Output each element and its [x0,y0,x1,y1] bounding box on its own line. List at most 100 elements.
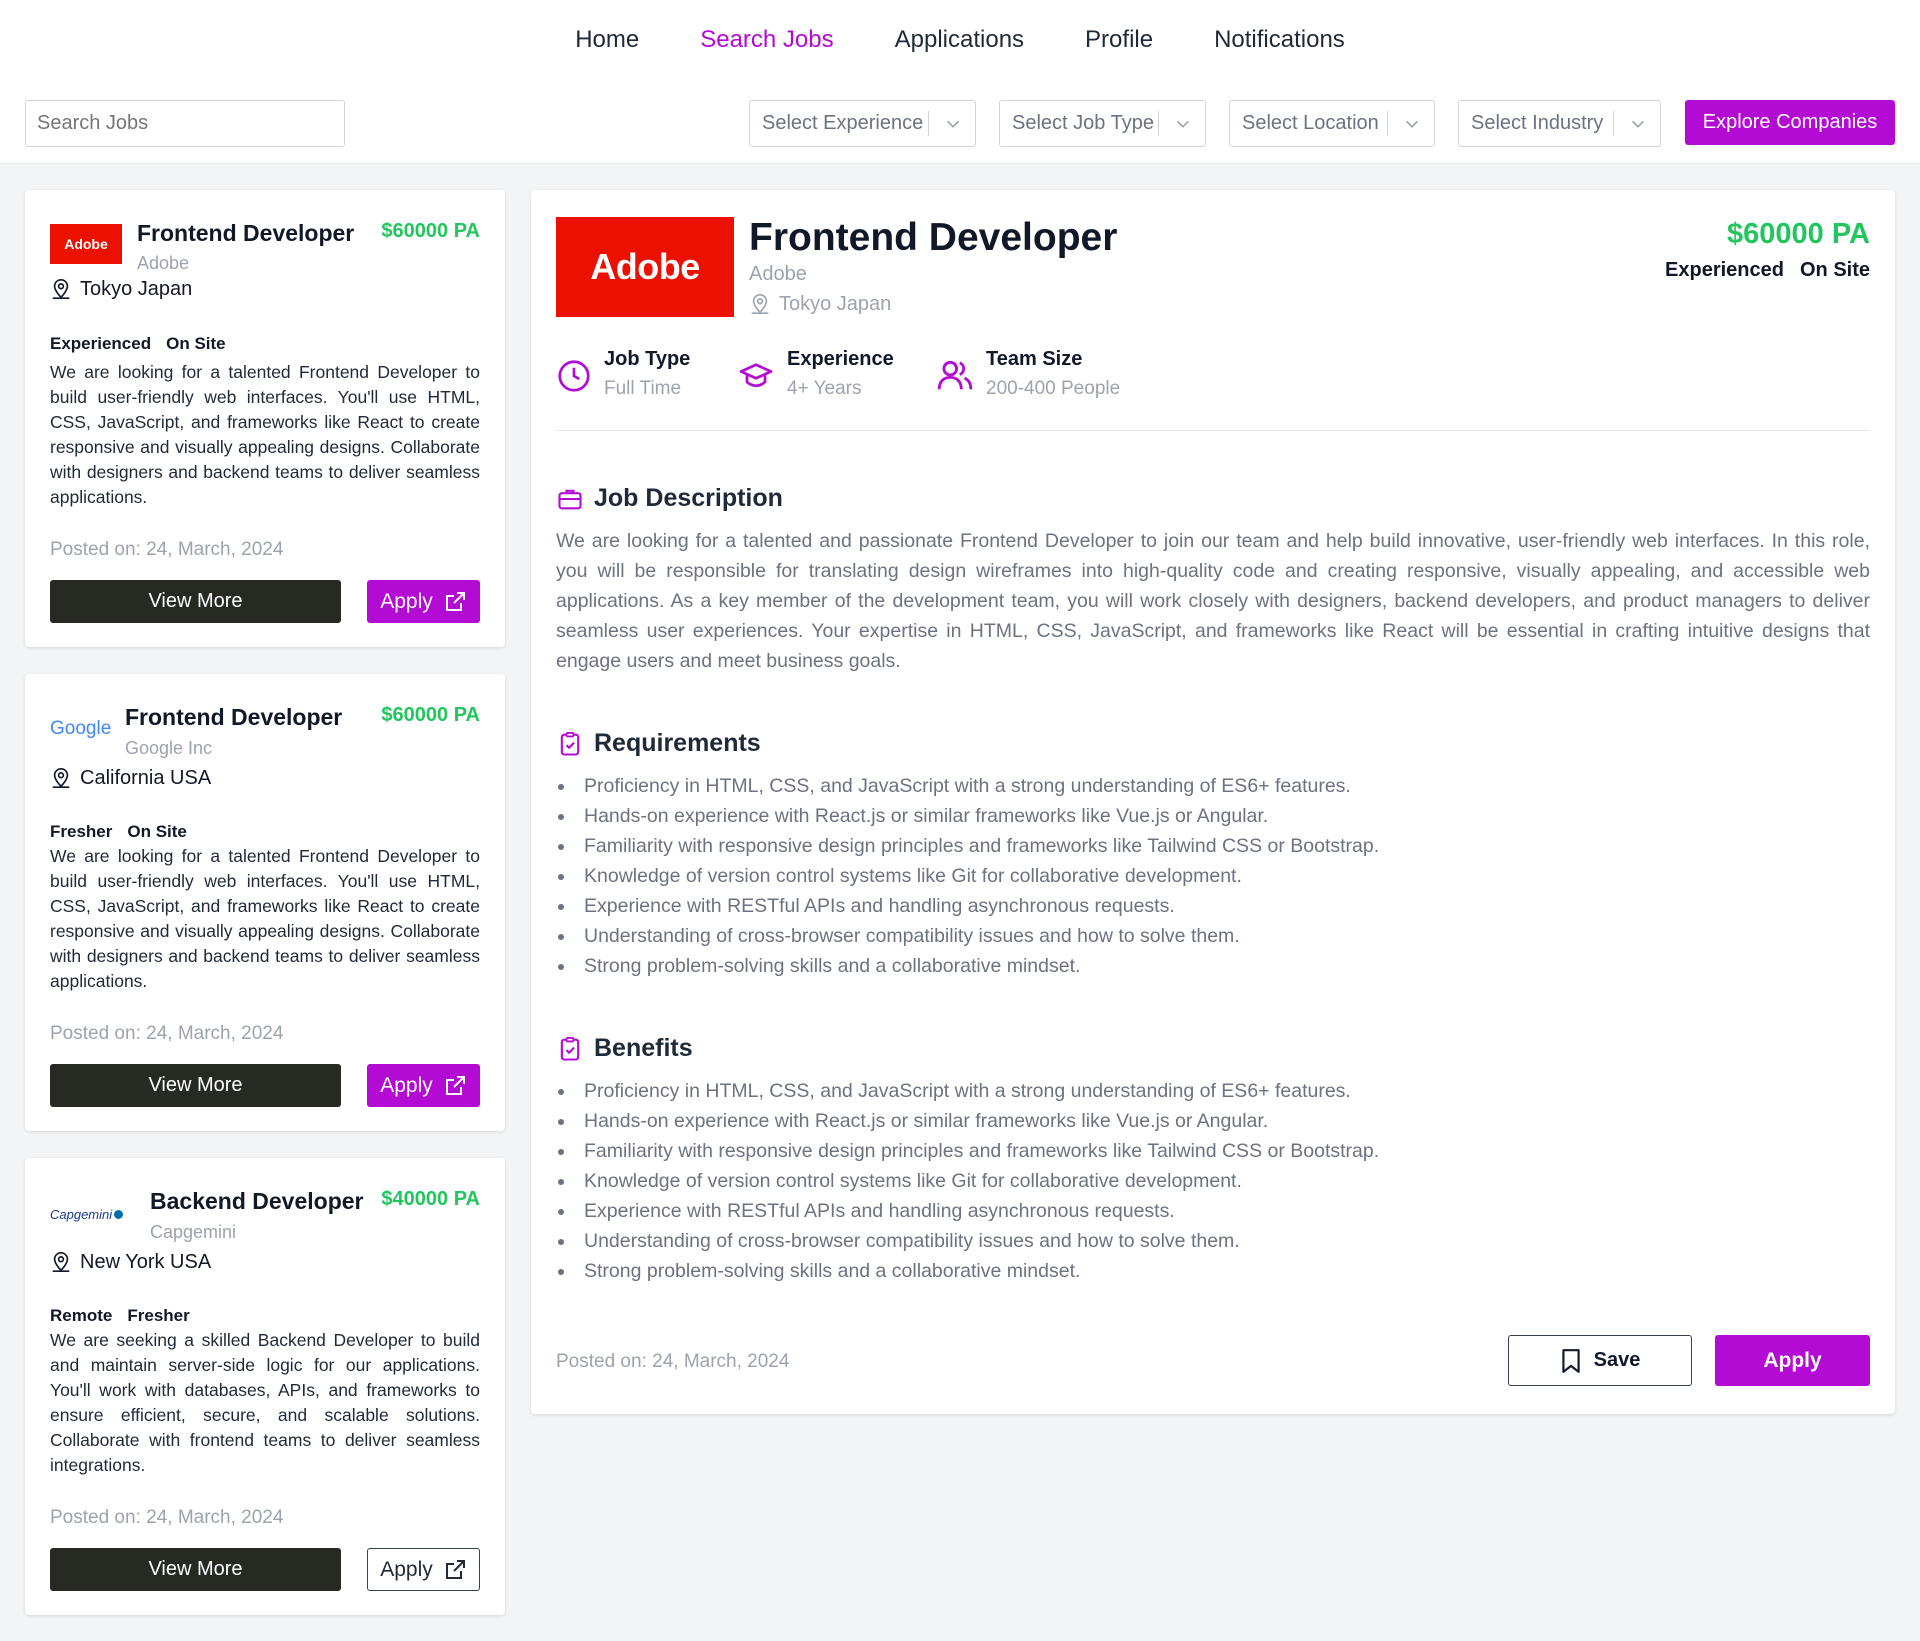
job-description: We are seeking a skilled Backend Develop… [50,1330,480,1475]
view-more-button[interactable]: View More [50,1548,341,1591]
external-link-icon [445,591,465,611]
meta-label: Job Type [604,348,691,370]
requirements-list: Proficiency in HTML, CSS, and JavaScript… [556,771,1870,981]
apply-button[interactable]: Apply [1715,1335,1870,1386]
experience-select[interactable]: Select Experience [749,100,976,147]
job-salary: $40000 PA [381,1188,480,1210]
nav-profile[interactable]: Profile [1085,26,1153,54]
experience-select-label: Select Experience [762,112,924,134]
list-item: Understanding of cross-browser compatibi… [556,1226,1870,1256]
job-type-select-label: Select Job Type [1012,112,1154,134]
job-detail-panel: Adobe Frontend Developer Adobe Tokyo Jap… [531,190,1895,1414]
search-input[interactable] [25,100,345,147]
clipboard-check-icon [560,731,580,756]
list-item: Proficiency in HTML, CSS, and JavaScript… [556,771,1870,801]
meta-experience: Experience 4+ Years [737,348,894,400]
location-pin-icon [52,768,70,788]
job-tags: Remote Fresher [50,1306,190,1326]
tag-experience: Experienced [50,334,152,353]
view-more-button[interactable]: View More [50,1064,341,1107]
job-title: Frontend Developer [137,220,355,246]
location-pin-icon [751,294,769,314]
nav-notifications[interactable]: Notifications [1214,26,1345,54]
meta-value: 4+ Years [787,378,862,399]
capgemini-logo: Capgemini [50,1202,136,1226]
top-bar: Home Search Jobs Applications Profile No… [0,0,1920,164]
filter-bar: Select Experience Select Job Type Select… [25,100,1895,147]
nav-home[interactable]: Home [575,26,639,54]
posted-date: Posted on: 24, March, 2024 [50,539,284,560]
tag-experience: Experienced [1665,259,1784,281]
apply-button[interactable]: Apply [367,580,480,623]
job-description-heading: Job Description [556,484,783,513]
job-title: Frontend Developer [125,704,343,730]
chevron-down-icon [1632,120,1644,128]
google-logo-text: Google [50,718,112,739]
apply-label: Apply [380,1557,433,1581]
job-location-text: California USA [80,766,212,789]
nav-search-jobs[interactable]: Search Jobs [700,26,833,54]
save-button[interactable]: Save [1508,1335,1692,1386]
bookmark-icon [1561,1348,1580,1373]
job-type-select[interactable]: Select Job Type [999,100,1206,147]
briefcase-icon [558,489,582,509]
job-location-text: Tokyo Japan [80,277,193,300]
users-icon [937,360,973,390]
select-divider [1387,111,1388,136]
location-select[interactable]: Select Location [1229,100,1435,147]
job-location-text: New York USA [80,1250,212,1273]
detail-tags: Experienced On Site [1665,259,1870,282]
adobe-logo: Adobe [50,224,122,264]
tag-workplace: On Site [1799,259,1870,281]
job-description-heading-text: Job Description [594,484,783,512]
nav-applications[interactable]: Applications [895,26,1024,54]
explore-companies-button[interactable]: Explore Companies [1685,100,1895,145]
job-title: Backend Developer [150,1188,364,1214]
adobe-logo: Adobe [556,217,734,317]
list-item: Familiarity with responsive design princ… [556,831,1870,861]
meta-job-type: Job Type Full Time [556,348,690,400]
job-tags: Experienced On Site [50,334,226,354]
location-select-label: Select Location [1242,112,1379,134]
tag-experience: Fresher [127,1306,190,1325]
detail-location-text: Tokyo Japan [779,292,892,315]
external-link-icon [445,1559,465,1579]
job-description-text: We are looking for a talented and passio… [556,530,1870,672]
job-card[interactable]: Capgemini Backend Developer $40000 PA Ca… [25,1158,505,1615]
list-item: Familiarity with responsive design princ… [556,1136,1870,1166]
job-location: California USA [50,766,211,790]
apply-button[interactable]: Apply [367,1064,480,1107]
clock-icon [558,360,590,392]
job-location: Tokyo Japan [50,277,192,301]
tag-experience: Fresher [50,822,113,841]
job-company: Adobe [137,253,190,273]
benefits-heading: Benefits [556,1034,693,1063]
posted-date: Posted on: 24, March, 2024 [50,1023,284,1044]
list-item: Hands-on experience with React.js or sim… [556,801,1870,831]
chevron-down-icon [947,120,959,128]
list-item: Experience with RESTful APIs and handlin… [556,1196,1870,1226]
apply-button[interactable]: Apply [367,1548,480,1591]
requirements-heading: Requirements [556,729,761,758]
benefits-list: Proficiency in HTML, CSS, and JavaScript… [556,1076,1870,1286]
job-card[interactable]: Adobe Frontend Developer $60000 PA Adobe… [25,190,505,647]
list-item: Knowledge of version control systems lik… [556,1166,1870,1196]
job-salary: $60000 PA [381,704,480,726]
list-item: Strong problem-solving skills and a coll… [556,951,1870,981]
view-more-button[interactable]: View More [50,580,341,623]
list-item: Knowledge of version control systems lik… [556,861,1870,891]
select-divider [1613,111,1614,136]
meta-label: Team Size [986,348,1083,370]
select-divider [1158,111,1159,136]
benefits-heading-text: Benefits [594,1034,693,1062]
select-divider [928,111,929,136]
meta-value: 200-400 People [986,378,1121,399]
list-item: Experience with RESTful APIs and handlin… [556,891,1870,921]
google-logo: Google [50,714,112,744]
job-card[interactable]: Google Frontend Developer $60000 PA Goog… [25,674,505,1131]
capgemini-spade-icon [114,1209,124,1219]
list-item: Understanding of cross-browser compatibi… [556,921,1870,951]
industry-select[interactable]: Select Industry [1458,100,1661,147]
chevron-down-icon [1177,120,1189,128]
detail-salary: $60000 PA [1727,218,1870,250]
